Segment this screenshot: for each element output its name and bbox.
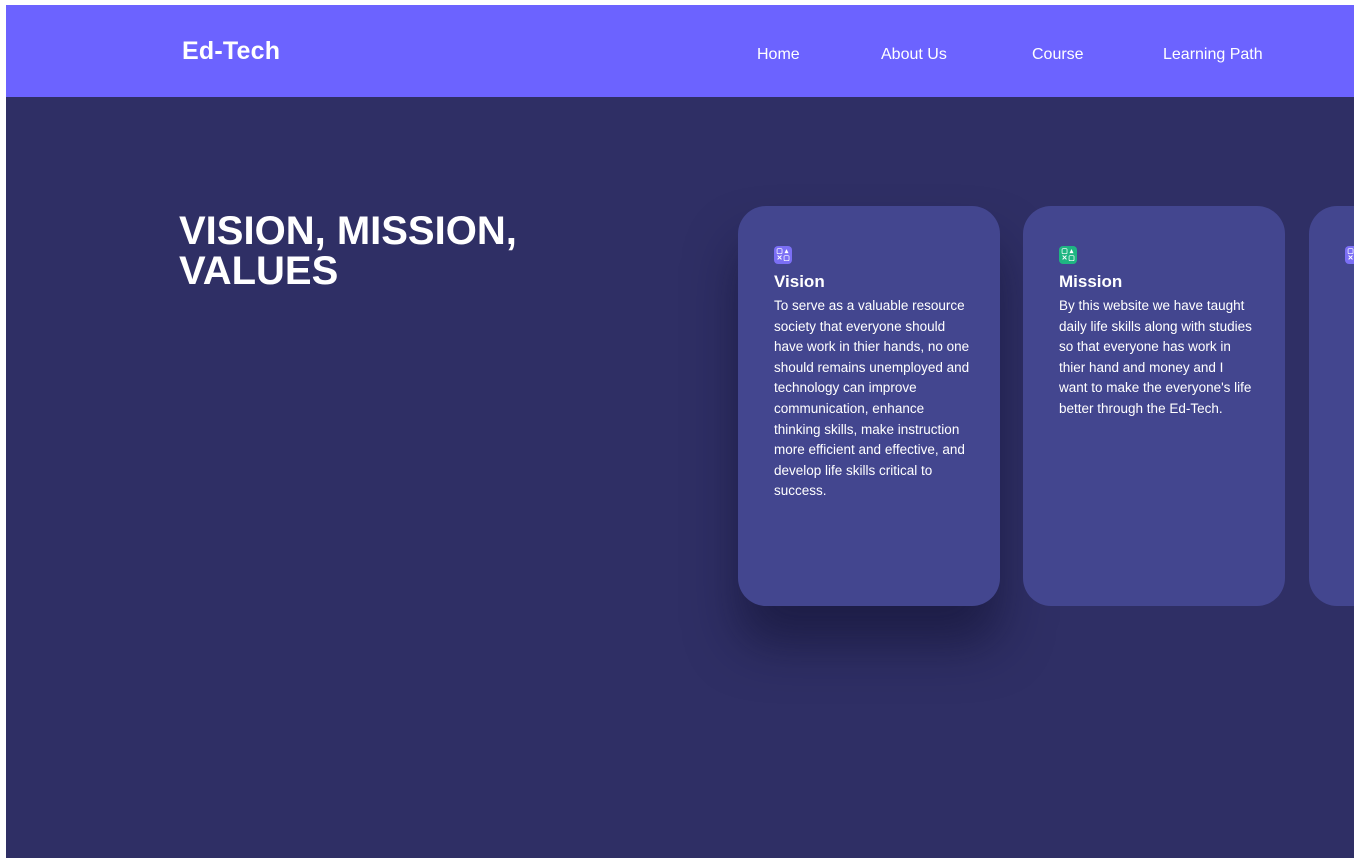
- app-grid-icon: ▢▴✕▢: [1345, 246, 1354, 264]
- nav-course[interactable]: Course: [1032, 46, 1084, 64]
- vision-card-title: Vision: [774, 272, 825, 291]
- page-title-line1: VISION, MISSION,: [179, 209, 517, 253]
- navbar: Ed-Tech Home About Us Course Learning Pa…: [6, 5, 1354, 97]
- mission-card: ▢ ▴ ✕ ▢ Mission By this website we have tau…: [1023, 206, 1285, 606]
- brand-logo[interactable]: Ed-Tech: [182, 37, 280, 66]
- mission-card-text: By this website we have taught daily lif…: [1059, 298, 1252, 416]
- app-grid-icon: ▢▴✕▢: [774, 246, 792, 264]
- vision-card-text: To serve as a valuable resource society …: [774, 298, 970, 499]
- nav-learning-path[interactable]: Learning Path: [1163, 46, 1263, 64]
- mission-card-title: Mission: [1059, 272, 1123, 291]
- nav-home[interactable]: Home: [757, 46, 800, 64]
- values-card: ▢▴✕▢: [1309, 206, 1354, 606]
- page-title-line2: VALUES: [179, 249, 339, 293]
- vision-card: ▢ ▴ ✕ ▢ Vision To serve as a valuable resou…: [738, 206, 1000, 606]
- page: Ed-Tech Home About Us Course Learning Pa…: [6, 5, 1354, 858]
- app-grid-icon: ▢▴✕▢: [1059, 246, 1077, 264]
- page-title: VISION, MISSION, VALUES: [179, 211, 639, 291]
- nav-about-us[interactable]: About Us: [881, 46, 947, 64]
